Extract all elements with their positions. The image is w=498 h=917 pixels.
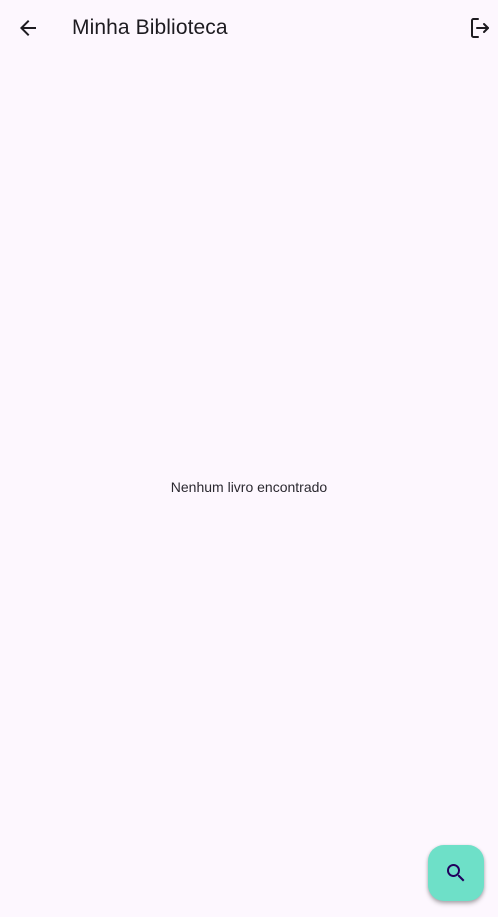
library-screen: Minha Biblioteca Nenhum livro encontrado: [0, 0, 498, 917]
app-bar: Minha Biblioteca: [0, 0, 498, 56]
arrow-back-icon: [16, 16, 40, 40]
empty-state-message: Nenhum livro encontrado: [170, 479, 328, 495]
page-title: Minha Biblioteca: [72, 16, 228, 39]
logout-button[interactable]: [456, 4, 498, 52]
back-button[interactable]: [4, 4, 52, 52]
logout-icon: [468, 16, 492, 40]
search-icon: [444, 861, 468, 885]
search-fab-button[interactable]: [428, 845, 484, 901]
